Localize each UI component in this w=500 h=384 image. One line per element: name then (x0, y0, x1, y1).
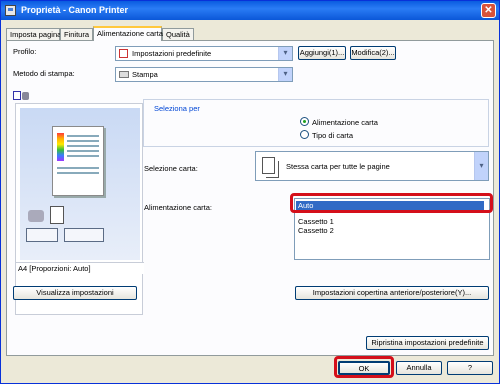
booklet-icon[interactable] (64, 228, 104, 242)
stack-pages-icon (50, 206, 64, 224)
paper-selection-label: Selezione carta: (144, 164, 198, 173)
pages-icon (262, 157, 275, 174)
chevron-down-icon: ▾ (278, 68, 292, 81)
radio-paper-feed-label: Alimentazione carta (312, 118, 378, 127)
paper-selection-value: Stessa carta per tutte le pagine (286, 162, 390, 171)
add-profile-button[interactable]: Aggiungi(1)... (298, 46, 346, 60)
paper-source-item-tray1[interactable]: Cassetto 1 (298, 217, 334, 226)
printer-icon (5, 5, 16, 16)
edit-profile-button[interactable]: Modifica(2)... (350, 46, 396, 60)
paper-selection-select[interactable]: Stessa carta per tutte le pagine ▾ (255, 151, 489, 181)
chevron-down-icon: ▾ (474, 152, 488, 180)
chevron-down-icon: ▾ (278, 47, 292, 60)
profile-icon (119, 49, 128, 58)
tab-paper-source[interactable]: Alimentazione carta (93, 26, 163, 41)
page-view-icon[interactable] (13, 91, 21, 100)
paper-source-item-tray2[interactable]: Cassetto 2 (298, 226, 334, 235)
paper-preview (52, 126, 104, 196)
close-button[interactable]: ✕ (481, 3, 496, 18)
radio-paper-type[interactable] (300, 130, 309, 139)
radio-paper-feed[interactable] (300, 117, 309, 126)
printer-device-icon (28, 210, 44, 222)
printer-properties-window: Proprietà - Canon Printer ✕ Imposta pagi… (0, 0, 500, 384)
view-settings-button[interactable]: Visualizza impostazioni (13, 286, 137, 300)
output-method-select[interactable]: Stampa ▾ (115, 67, 293, 82)
tab-panel: Profilo: Impostazioni predefinite ▾ Aggi… (6, 40, 494, 356)
select-by-group: Seleziona per Alimentazione carta Tipo d… (143, 99, 489, 147)
restore-defaults-button[interactable]: Ripristina impostazioni predefinite (366, 336, 489, 350)
cancel-button[interactable]: Annulla (396, 361, 442, 375)
preview-pane: A4 [Proporzioni: Auto] (15, 103, 144, 315)
profile-label: Profilo: (13, 47, 37, 56)
help-button[interactable]: ? (447, 361, 493, 375)
radio-paper-type-label: Tipo di carta (312, 131, 353, 140)
highlight-auto (290, 193, 493, 213)
duplex-icon[interactable] (26, 228, 58, 242)
output-method-label: Metodo di stampa: (13, 69, 75, 78)
title-bar[interactable]: Proprietà - Canon Printer ✕ (1, 1, 499, 20)
paper-source-label: Alimentazione carta: (144, 203, 212, 212)
profile-value: Impostazioni predefinite (132, 49, 212, 58)
output-method-value: Stampa (132, 70, 158, 79)
preview-caption: A4 [Proporzioni: Auto] (18, 264, 91, 273)
window-title: Proprietà - Canon Printer (21, 5, 129, 15)
highlight-ok (334, 356, 394, 378)
select-by-label: Seleziona per (154, 104, 200, 113)
printer-small-icon (119, 71, 129, 78)
cover-settings-button[interactable]: Impostazioni copertina anteriore/posteri… (295, 286, 489, 300)
profile-select[interactable]: Impostazioni predefinite ▾ (115, 46, 293, 61)
printer-view-icon[interactable] (22, 92, 29, 100)
